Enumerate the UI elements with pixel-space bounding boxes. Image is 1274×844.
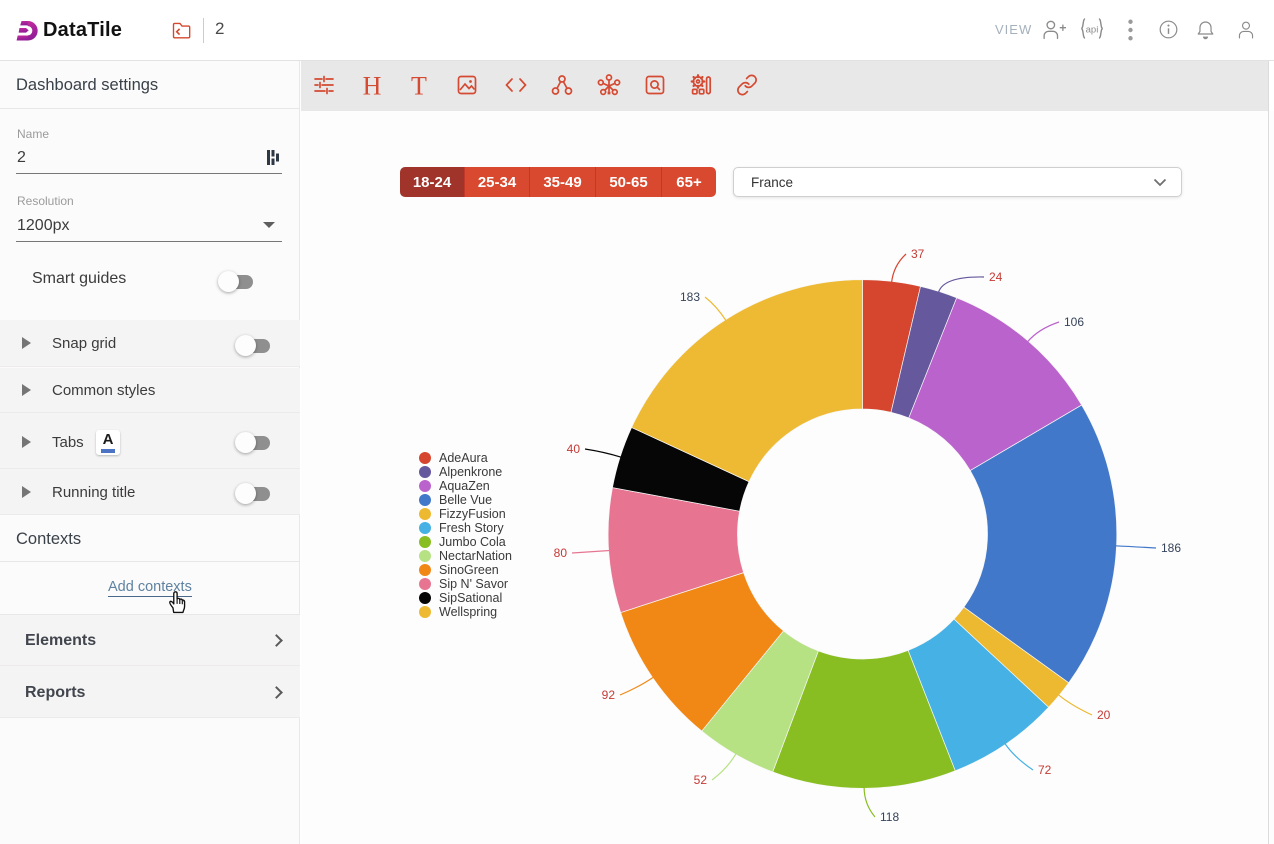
svg-text:183: 183	[680, 290, 700, 304]
svg-text:118: 118	[880, 810, 899, 824]
svg-text:186: 186	[1161, 541, 1181, 555]
svg-text:20: 20	[1097, 708, 1111, 722]
svg-text:24: 24	[989, 270, 1003, 284]
svg-text:72: 72	[1038, 763, 1052, 777]
svg-text:80: 80	[554, 546, 568, 560]
svg-text:52: 52	[694, 773, 708, 787]
svg-text:106: 106	[1064, 315, 1084, 329]
svg-text:37: 37	[911, 247, 925, 261]
svg-text:92: 92	[602, 688, 616, 702]
svg-text:40: 40	[567, 442, 581, 456]
